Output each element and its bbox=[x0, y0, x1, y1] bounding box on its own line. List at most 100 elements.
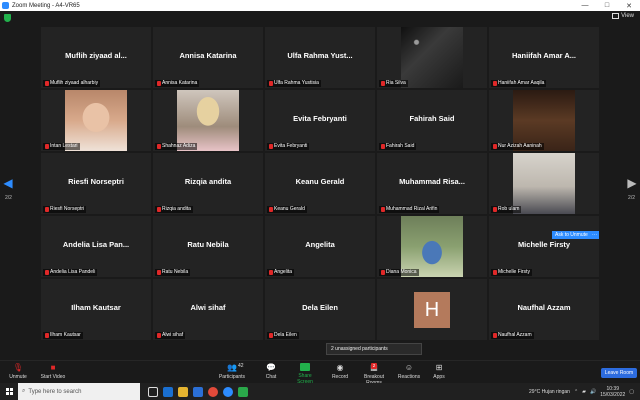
participant-label-text: Riesfi Norseptri bbox=[50, 206, 85, 212]
apps-label: Apps bbox=[433, 374, 445, 380]
participant-tile[interactable]: Ria Silva bbox=[377, 27, 487, 88]
participant-tile[interactable]: Angelita Angelita bbox=[265, 216, 375, 277]
reactions-label: Reactions bbox=[397, 374, 421, 380]
participant-tile[interactable]: Diana Monica bbox=[377, 216, 487, 277]
participant-video bbox=[401, 216, 463, 277]
participant-tile[interactable]: Fahirah Said Fahirah Said bbox=[377, 90, 487, 151]
maximize-button[interactable]: □ bbox=[596, 2, 618, 9]
participant-label-text: Intan Lestari bbox=[50, 143, 78, 149]
participant-name-label: Ilham Kautsar bbox=[43, 332, 83, 339]
microphone-muted-icon bbox=[45, 144, 49, 149]
participant-label-text: Muhammad Rizal Arifin bbox=[386, 206, 438, 212]
participant-display-name: Haniifah Amar A... bbox=[511, 51, 577, 60]
windows-start-icon[interactable] bbox=[0, 383, 18, 400]
page-indicator-left: 2/2 bbox=[5, 195, 12, 201]
participant-tile[interactable]: Haniifah Amar A... Haniifah Amar Aaqila bbox=[489, 27, 599, 88]
tray-chevron-up-icon[interactable]: ⌃ bbox=[574, 389, 578, 395]
network-icon[interactable]: ▰ bbox=[582, 389, 586, 395]
apps-button[interactable]: ⊞ Apps bbox=[431, 363, 447, 380]
participant-tile[interactable]: Muflih ziyaad al... Muflih ziyaad alharbi… bbox=[41, 27, 151, 88]
microphone-muted-icon bbox=[157, 144, 161, 149]
participant-display-name: Ilham Kautsar bbox=[71, 303, 121, 312]
clock[interactable]: 10:39 15/03/2022 bbox=[600, 386, 625, 398]
clock-date: 15/03/2022 bbox=[600, 391, 626, 398]
view-button[interactable]: View bbox=[612, 13, 634, 19]
weather-status[interactable]: 29°C Hujan ringan bbox=[529, 389, 570, 395]
unmute-button[interactable]: 🎙 Unmute bbox=[6, 363, 30, 380]
record-button[interactable]: ◉ Record bbox=[330, 363, 350, 380]
participant-label-text: Naufhal Azzam bbox=[498, 332, 532, 338]
participant-name-label: Naufhal Azzam bbox=[491, 332, 534, 339]
microphone-muted-icon bbox=[157, 81, 161, 86]
file-explorer-icon[interactable] bbox=[178, 386, 188, 397]
participant-tile[interactable]: Ulfa Rahma Yust... Ulfa Rahma Yustisia bbox=[265, 27, 375, 88]
participant-tile[interactable]: Shahnaz Adiza bbox=[153, 90, 263, 151]
participant-tile[interactable]: Muhammad Risa... Muhammad Rizal Arifin bbox=[377, 153, 487, 214]
participant-tile[interactable]: Dela Eilen Dela Eilen bbox=[265, 279, 375, 340]
participant-name-label: Ulfa Rahma Yustisia bbox=[267, 80, 321, 87]
system-tray: 29°C Hujan ringan ⌃ ▰ 🔊 10:39 15/03/2022… bbox=[529, 386, 640, 398]
participant-label-text: Annisa Katarina bbox=[162, 80, 198, 86]
participant-tile[interactable]: Intan Lestari bbox=[41, 90, 151, 151]
participant-name-label: Riesfi Norseptri bbox=[43, 206, 87, 213]
reactions-button[interactable]: ☺ Reactions bbox=[397, 363, 421, 380]
leave-room-button[interactable]: Leave Room bbox=[601, 368, 637, 378]
edge-browser-icon[interactable] bbox=[163, 386, 173, 397]
participant-tile[interactable]: Riesfi Norseptri Riesfi Norseptri bbox=[41, 153, 151, 214]
previous-page-arrow-icon[interactable]: ◀ bbox=[2, 177, 14, 189]
zoom-taskbar-icon[interactable] bbox=[223, 386, 233, 397]
participant-tile[interactable]: Michelle Firsty Michelle Firsty bbox=[489, 216, 599, 277]
participant-tile[interactable]: H bbox=[377, 279, 487, 340]
start-video-label: Start Video bbox=[40, 374, 66, 380]
app-taskbar-icon[interactable] bbox=[238, 386, 248, 397]
participant-tile[interactable]: Keanu Gerald Keanu Gerald bbox=[265, 153, 375, 214]
participants-button[interactable]: 👥 42 Participants bbox=[218, 363, 246, 380]
participant-tile[interactable]: Naufhal Azzam Naufhal Azzam bbox=[489, 279, 599, 340]
search-icon: ⌕ bbox=[22, 388, 26, 394]
participant-tile[interactable]: Ilham Kautsar Ilham Kautsar bbox=[41, 279, 151, 340]
participant-tile[interactable]: Annisa Katarina Annisa Katarina bbox=[153, 27, 263, 88]
security-shield-icon[interactable] bbox=[4, 14, 11, 22]
participant-display-name: Ratu Nebila bbox=[187, 240, 229, 249]
share-screen-button[interactable]: Share Screen bbox=[290, 363, 320, 385]
minimize-button[interactable]: — bbox=[574, 2, 596, 9]
participant-tile[interactable]: Ratu Nebila Ratu Nebila bbox=[153, 216, 263, 277]
participant-display-name: Annisa Katarina bbox=[179, 51, 237, 60]
participant-name-label: Rizqia andita bbox=[155, 206, 193, 213]
mail-icon[interactable] bbox=[193, 386, 203, 397]
participant-display-name: Andelia Lisa Pan... bbox=[62, 240, 130, 249]
microphone-muted-icon bbox=[269, 144, 273, 149]
meeting-toolbar: 🎙 Unmute ■ Start Video 👥 42 Participants… bbox=[0, 360, 640, 386]
view-label: View bbox=[621, 13, 634, 19]
volume-icon[interactable]: 🔊 bbox=[590, 389, 596, 395]
close-button[interactable]: ✕ bbox=[618, 2, 640, 10]
participant-label-text: Michelle Firsty bbox=[498, 269, 530, 275]
task-view-icon[interactable] bbox=[148, 386, 158, 397]
participant-tile[interactable]: Rizqia andita Rizqia andita bbox=[153, 153, 263, 214]
participant-label-text: Keanu Gerald bbox=[274, 206, 305, 212]
participant-label-text: Ilham Kautsar bbox=[50, 332, 81, 338]
participant-tile[interactable]: Andelia Lisa Pan... Andelia Lisa Pandeli bbox=[41, 216, 151, 277]
notifications-icon[interactable]: ▢ bbox=[629, 389, 634, 395]
participant-tile[interactable]: Evita Febryanti Evita Febryanti bbox=[265, 90, 375, 151]
participant-tile[interactable]: Nur Azizah Aaninah bbox=[489, 90, 599, 151]
participant-label-text: Rob ulam bbox=[498, 206, 520, 212]
reactions-icon: ☺ bbox=[404, 363, 414, 372]
participant-display-name: Muflih ziyaad al... bbox=[65, 51, 127, 60]
microphone-muted-icon bbox=[157, 270, 161, 275]
participant-tile[interactable]: Rob ulam bbox=[489, 153, 599, 214]
start-video-button[interactable]: ■ Start Video bbox=[40, 363, 66, 380]
microphone-muted-icon bbox=[381, 207, 385, 212]
chat-button[interactable]: 💬 Chat bbox=[262, 363, 280, 380]
ask-to-unmute-button[interactable]: Ask to Unmute bbox=[552, 231, 591, 239]
microphone-muted-icon bbox=[493, 207, 497, 212]
participant-label-text: Evita Febryanti bbox=[274, 143, 308, 149]
participant-tile[interactable]: Alwi sihaf Alwi sihaf bbox=[153, 279, 263, 340]
chrome-icon[interactable] bbox=[208, 386, 218, 397]
next-page-arrow-icon[interactable]: ▶ bbox=[626, 177, 638, 189]
microphone-muted-icon bbox=[493, 333, 497, 338]
participant-name-label: Ratu Nebila bbox=[155, 269, 191, 276]
more-options-button[interactable]: ··· bbox=[590, 231, 599, 239]
taskbar-search-input[interactable]: ⌕ Type here to search bbox=[18, 383, 140, 400]
microphone-muted-icon bbox=[157, 207, 161, 212]
